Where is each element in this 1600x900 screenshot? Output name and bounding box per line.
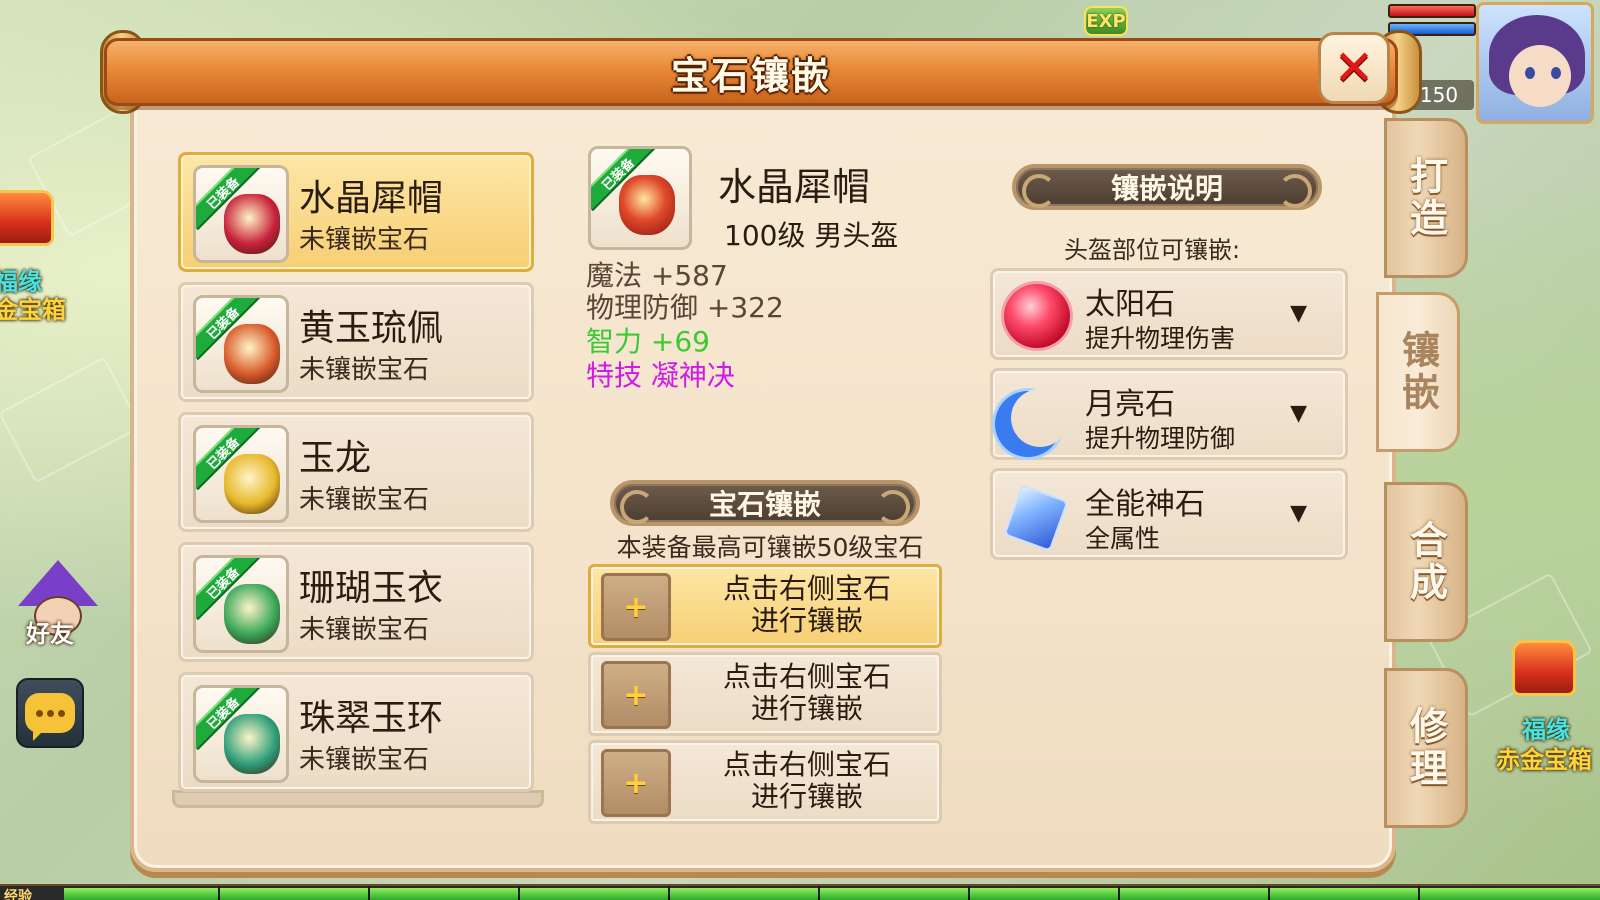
slot-hint: 点击右侧宝石 进行镶嵌 [722, 572, 891, 637]
panel-title: 宝石镶嵌 [670, 53, 831, 98]
equipment-name: 玉龙 [299, 438, 372, 479]
exp-badge[interactable]: EXP [1084, 6, 1128, 36]
equipment-name: 黄玉琉佩 [299, 308, 444, 349]
equipment-art [224, 584, 280, 644]
stat-special-skill: 特技 凝神决 [586, 359, 735, 392]
friend-label: 好友 [26, 620, 74, 648]
equipment-name: 珊瑚玉衣 [299, 568, 444, 609]
equipment-status: 未镶嵌宝石 [299, 485, 430, 515]
dropdown-arrow-icon[interactable]: ▼ [1290, 301, 1307, 326]
equipment-list[interactable]: 已装备 水晶犀帽 未镶嵌宝石 已装备 黄玉琉佩 未镶嵌宝石 已装备 玉龙 未镶嵌宝石 已装备 珊瑚玉… [172, 150, 544, 826]
equipment-icon: 已装备 [193, 685, 289, 783]
equipment-list-item[interactable]: 已装备 黄玉琉佩未镶嵌宝石 [178, 282, 534, 402]
gem-slot[interactable]: + 点击右侧宝石 进行镶嵌 [588, 652, 942, 736]
friend-button[interactable]: 好友 [6, 556, 98, 648]
hp-bar [1388, 4, 1476, 18]
dropdown-arrow-icon[interactable]: ▼ [1290, 401, 1307, 426]
exp-progress-fill [64, 888, 1600, 900]
gem-name: 月亮石 [1085, 387, 1175, 422]
add-gem-icon: + [601, 661, 671, 729]
chat-bubble-icon [25, 693, 75, 741]
tab-forge[interactable]: 打造 [1384, 118, 1468, 278]
title-bar: 宝石镶嵌 [104, 38, 1398, 106]
gem-effect: 全属性 [1085, 524, 1161, 553]
equipment-status: 未镶嵌宝石 [299, 355, 430, 385]
list-bottom-edge [172, 790, 544, 808]
equipment-status: 未镶嵌宝石 [299, 745, 430, 775]
gem-slot[interactable]: + 点击右侧宝石 进行镶嵌 [588, 740, 942, 824]
gem-slot[interactable]: + 点击右侧宝石 进行镶嵌 [588, 564, 942, 648]
gem-name: 全能神石 [1085, 487, 1205, 522]
equipment-icon: 已装备 [193, 425, 289, 523]
tab-combine[interactable]: 合成 [1384, 482, 1468, 642]
chest-label-bottom: 金宝箱 [0, 296, 66, 324]
equipment-name: 珠翠玉环 [299, 698, 444, 739]
equipment-status: 未镶嵌宝石 [299, 225, 430, 255]
equipment-status: 未镶嵌宝石 [299, 615, 430, 645]
gem-effect: 提升物理伤害 [1085, 324, 1236, 353]
gem-row-sun-stone[interactable]: 太阳石 提升物理伤害 ▼ [990, 268, 1348, 360]
gem-name: 太阳石 [1085, 287, 1175, 322]
gem-row-omni-stone[interactable]: 全能神石 全属性 ▼ [990, 468, 1348, 560]
inlay-banner: 宝石镶嵌 [610, 480, 920, 526]
add-gem-icon: + [601, 573, 671, 641]
equipment-icon: 已装备 [193, 555, 289, 653]
treasure-chest-icon[interactable] [0, 190, 54, 246]
detail-item-name: 水晶犀帽 [718, 165, 871, 209]
chest-label-bottom: 赤金宝箱 [1496, 746, 1592, 774]
dropdown-arrow-icon[interactable]: ▼ [1290, 501, 1307, 526]
tab-inlay[interactable]: 镶嵌 [1376, 292, 1460, 452]
ground-tile [0, 356, 142, 484]
exp-label: 经验 [4, 889, 32, 900]
tab-label: 镶嵌 [1395, 330, 1440, 414]
equipment-list-item[interactable]: 已装备 水晶犀帽未镶嵌宝石 [178, 152, 534, 272]
slot-hint: 点击右侧宝石 进行镶嵌 [722, 660, 891, 725]
equipment-name: 水晶犀帽 [299, 178, 444, 219]
exp-progress-bar: 经验 [0, 884, 1600, 900]
equipment-art [224, 194, 280, 254]
sun-stone-icon [1001, 281, 1073, 351]
close-icon: ✕ [1333, 40, 1375, 96]
tab-label: 修理 [1403, 706, 1448, 790]
gem-row-moon-stone[interactable]: 月亮石 提升物理防御 ▼ [990, 368, 1348, 460]
tab-label: 打造 [1403, 156, 1448, 240]
slot-hint: 点击右侧宝石 进行镶嵌 [722, 748, 891, 813]
equipment-art [224, 324, 280, 384]
inlay-help-banner: 镶嵌说明 [1012, 164, 1322, 210]
tab-repair[interactable]: 修理 [1384, 668, 1468, 828]
treasure-chest-icon[interactable] [1512, 640, 1576, 696]
equipment-icon: 已装备 [193, 295, 289, 393]
omni-stone-icon [1003, 484, 1069, 552]
add-gem-icon: + [601, 749, 671, 817]
helmet-icon [619, 175, 675, 235]
equipment-list-item[interactable]: 已装备 珊瑚玉衣未镶嵌宝石 [178, 542, 534, 662]
chat-button[interactable] [16, 678, 84, 748]
detail-item-icon: 已装备 [588, 146, 692, 250]
equipment-art [224, 714, 280, 774]
equipment-list-item[interactable]: 已装备 珠翠玉环未镶嵌宝石 [178, 672, 534, 792]
tab-label: 合成 [1403, 520, 1448, 604]
detail-item-level-type: 100级 男头盔 [724, 219, 899, 252]
close-button[interactable]: ✕ [1318, 32, 1390, 104]
equipment-art [224, 454, 280, 514]
player-avatar[interactable] [1476, 2, 1594, 124]
gem-slot-hint: 头盔部位可镶嵌: [1064, 236, 1241, 264]
inlay-max-level-note: 本装备最高可镶嵌50级宝石 [616, 533, 924, 562]
gem-effect: 提升物理防御 [1085, 424, 1236, 453]
equipment-icon: 已装备 [193, 165, 289, 263]
moon-stone-icon [1001, 381, 1073, 451]
equipment-list-item[interactable]: 已装备 玉龙未镶嵌宝石 [178, 412, 534, 532]
